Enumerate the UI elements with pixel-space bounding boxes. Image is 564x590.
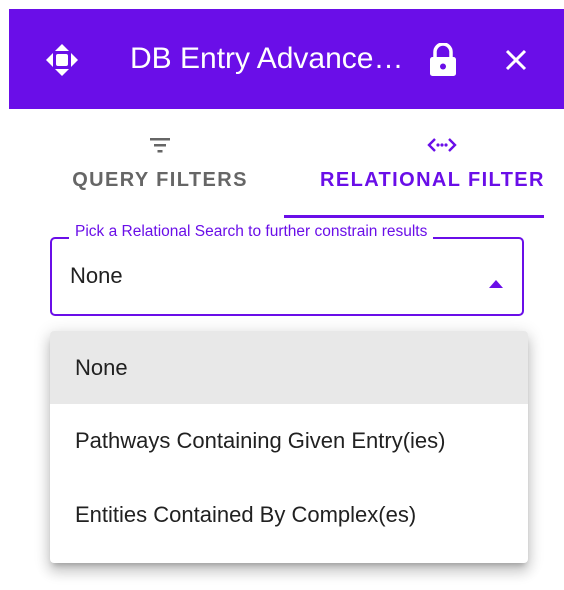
filter-list-icon	[150, 138, 170, 153]
tab-query-filters[interactable]: QUERY FILTERS	[50, 109, 270, 217]
tab-relational-filter[interactable]: RELATIONAL FILTER	[284, 109, 544, 217]
move-arrows-icon[interactable]	[45, 43, 79, 77]
arrow-up-icon[interactable]	[489, 280, 503, 288]
relational-search-menu: None Pathways Containing Given Entry(ies…	[50, 331, 528, 563]
code-brackets-icon	[427, 138, 457, 152]
select-floating-label: Pick a Relational Search to further cons…	[69, 223, 434, 241]
filter-tabs: QUERY FILTERS RELATIONAL FILTER	[0, 109, 564, 219]
select-current-value[interactable]: None	[70, 263, 123, 289]
dialog-header: DB Entry Advance…	[9, 9, 564, 109]
dialog-title: DB Entry Advance…	[130, 42, 404, 75]
tab-query-filters-label: QUERY FILTERS	[72, 169, 248, 191]
menu-option-none[interactable]: None	[50, 331, 528, 404]
menu-option-entities[interactable]: Entities Contained By Complex(es)	[50, 478, 528, 551]
menu-option-pathways[interactable]: Pathways Containing Given Entry(ies)	[50, 404, 528, 477]
lock-icon[interactable]	[427, 43, 459, 77]
tab-relational-filter-label: RELATIONAL FILTER	[320, 169, 544, 191]
active-tab-indicator	[284, 215, 544, 218]
close-icon[interactable]	[501, 45, 531, 75]
